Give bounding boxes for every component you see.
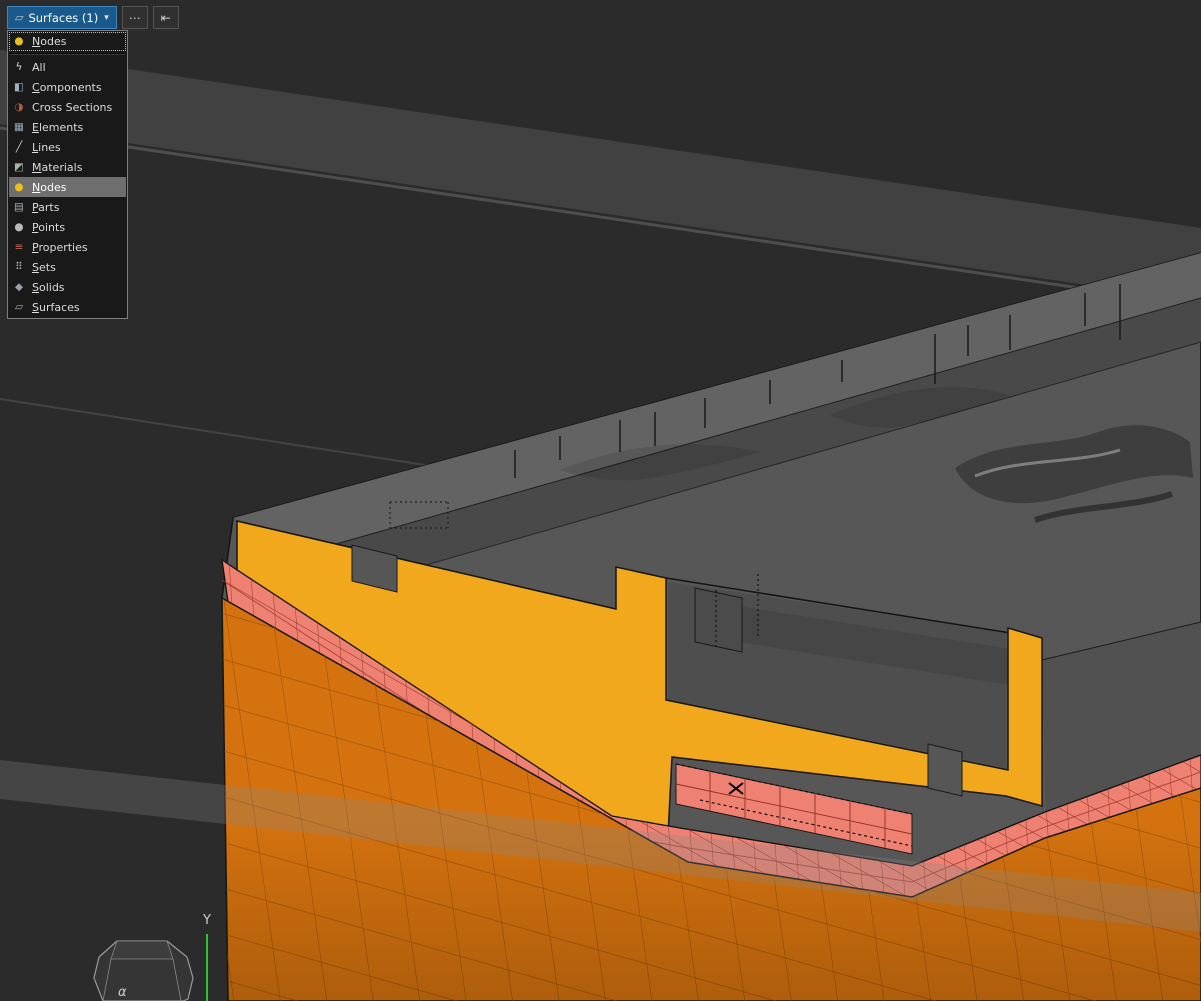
properties-icon: ≡	[14, 240, 24, 253]
y-axis-label: Y	[202, 913, 211, 928]
lines-icon: ╱	[15, 140, 23, 153]
surfaces-icon: ▱	[14, 300, 24, 313]
entity-label: Sets	[32, 260, 56, 274]
entity-selector-button[interactable]: ▱ Surfaces (1) ▾	[7, 6, 117, 29]
entity-label: Properties	[32, 240, 88, 254]
entity-label: Materials	[32, 160, 83, 174]
menu-item-properties[interactable]: ≡ Properties	[9, 237, 126, 257]
entity-label: Components	[32, 80, 102, 94]
menu-item-nodes[interactable]: ● Nodes	[9, 177, 126, 197]
menu-item-parts[interactable]: ▤ Parts	[9, 197, 126, 217]
collapse-left-button[interactable]: ⇤	[152, 6, 179, 29]
entity-type-list: ϟ All ◧ Components ◑ Cross Sections ▦ El…	[9, 57, 126, 317]
menu-item-components[interactable]: ◧ Components	[9, 77, 126, 97]
menu-item-pinned-nodes[interactable]: ● Nodes	[9, 32, 126, 51]
menu-item-solids[interactable]: ◆ Solids	[9, 277, 126, 297]
application-window: α Y ▱ Surfaces (1) ▾ ⋯ ⇤ ● Nodes ϟ All ◧…	[0, 0, 1201, 1001]
materials-icon: ◩	[14, 160, 24, 173]
solids-icon: ◆	[14, 280, 24, 293]
all-icon: ϟ	[15, 60, 23, 73]
sets-icon: ⠿	[15, 260, 23, 273]
entity-selector-label: Surfaces (1)	[28, 10, 99, 25]
more-options-button[interactable]: ⋯	[121, 6, 148, 29]
surfaces-icon: ▱	[15, 11, 24, 24]
elements-icon: ▦	[14, 120, 24, 133]
menu-item-materials[interactable]: ◩ Materials	[9, 157, 126, 177]
view-cube-label: α	[118, 985, 127, 1000]
viewport-3d[interactable]: α Y	[0, 0, 1201, 1001]
entity-type-dropdown: ● Nodes ϟ All ◧ Components ◑ Cross Secti…	[7, 30, 128, 319]
menu-item-cross-sections[interactable]: ◑ Cross Sections	[9, 97, 126, 117]
menu-item-lines[interactable]: ╱ Lines	[9, 137, 126, 157]
components-icon: ◧	[14, 80, 24, 93]
entity-label: Elements	[32, 120, 84, 134]
menu-item-points[interactable]: ● Points	[9, 217, 126, 237]
entity-label: All	[32, 60, 46, 74]
entity-label: Solids	[32, 280, 65, 294]
menu-separator	[10, 53, 125, 55]
menu-item-sets[interactable]: ⠿ Sets	[9, 257, 126, 277]
node-icon: ●	[14, 35, 24, 48]
menu-item-all[interactable]: ϟ All	[9, 57, 126, 77]
entity-label: Parts	[32, 200, 60, 214]
pinned-entity-label: Nodes	[32, 35, 67, 48]
entity-label: Nodes	[32, 180, 67, 194]
entity-label: Lines	[32, 140, 61, 154]
chevron-down-icon: ▾	[104, 12, 109, 23]
entity-label: Cross Sections	[32, 100, 113, 114]
cross-sections-icon: ◑	[14, 100, 24, 113]
entity-label: Points	[32, 220, 66, 234]
view-cube[interactable]: α	[93, 940, 194, 1001]
menu-item-surfaces[interactable]: ▱ Surfaces	[9, 297, 126, 317]
menu-item-elements[interactable]: ▦ Elements	[9, 117, 126, 137]
nodes-icon: ●	[14, 180, 24, 193]
entity-label: Surfaces	[32, 300, 80, 314]
selection-toolbar: ▱ Surfaces (1) ▾ ⋯ ⇤	[7, 6, 179, 29]
parts-icon: ▤	[14, 200, 24, 213]
points-icon: ●	[14, 220, 24, 233]
